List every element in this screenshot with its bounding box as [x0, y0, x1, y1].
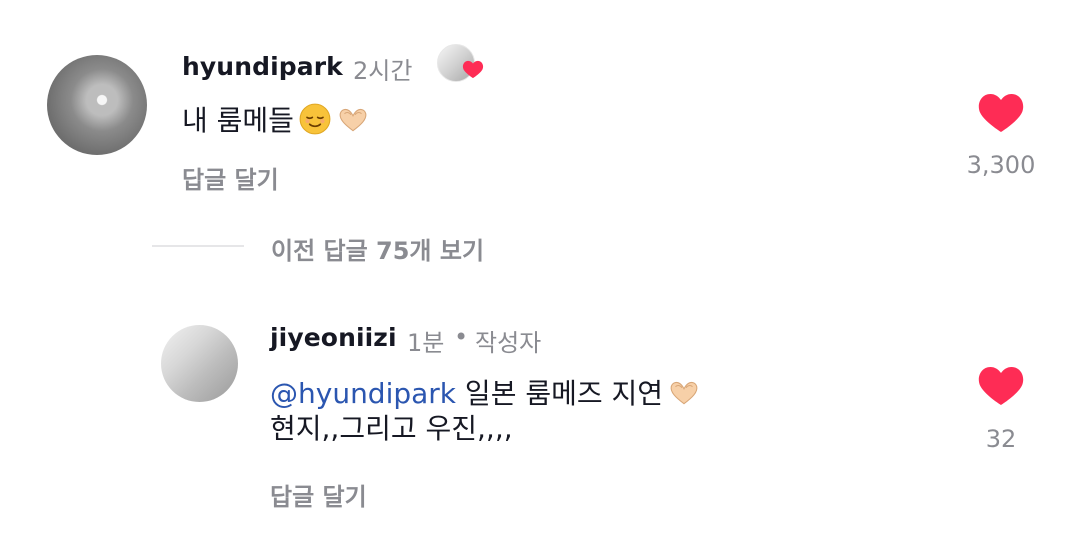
reply-time: 1분 [407, 329, 445, 357]
reply-text-tail: 일본 룸메즈 지연 [456, 377, 664, 410]
mention-link[interactable]: @hyundipark [270, 377, 456, 410]
view-more-replies-button[interactable]: 이전 답글 75개 보기 [271, 231, 484, 266]
relieved-face-emoji [299, 103, 331, 135]
avatar[interactable] [161, 325, 238, 402]
reply-text-line2: 현지,,그리고 우진,,,, [270, 412, 513, 445]
comment-time: 2시간 [353, 57, 413, 85]
heart-icon [462, 60, 484, 79]
heart-icon[interactable] [977, 363, 1025, 407]
reply-button[interactable]: 답글 달기 [270, 477, 367, 512]
heart-hands-emoji [339, 108, 367, 132]
username[interactable]: jiyeoniizi [270, 323, 397, 352]
comment-text-content: 내 룸메들 [182, 104, 294, 137]
divider [152, 245, 244, 247]
avatar[interactable] [47, 55, 147, 155]
reply-text: @hyundipark 일본 룸메즈 지연 현지,,그리고 우진,,,, [270, 375, 920, 446]
heart-hands-emoji [670, 381, 698, 405]
heart-icon[interactable] [977, 90, 1025, 134]
reply-button[interactable]: 답글 달기 [182, 160, 279, 195]
comment-text: 내 룸메들 [182, 102, 370, 138]
like-count: 3,300 [966, 151, 1036, 179]
username[interactable]: hyundipark [182, 52, 343, 81]
like-count: 32 [985, 425, 1017, 453]
author-badge: 작성자 [475, 329, 542, 357]
meta-separator: • [454, 323, 469, 351]
